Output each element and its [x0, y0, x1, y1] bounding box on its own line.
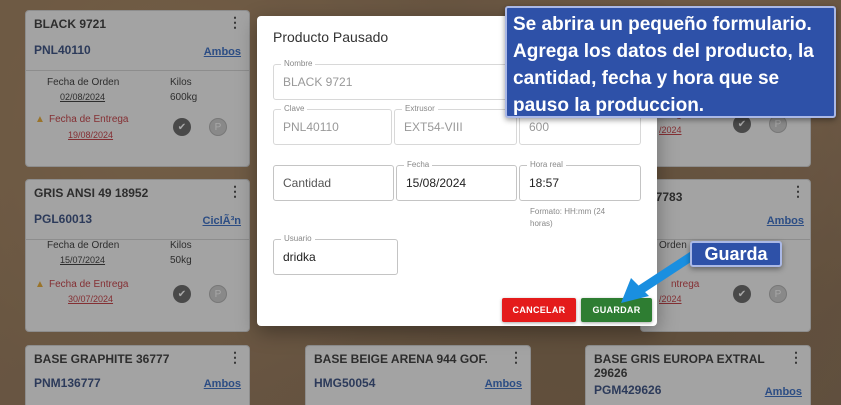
clave-field[interactable]: Clave PNL40110 — [273, 104, 392, 145]
hora-value: 18:57 — [529, 176, 560, 190]
usuario-input[interactable]: Usuario dridka — [273, 234, 398, 275]
hora-label: Hora real — [527, 160, 566, 170]
extrusor-field[interactable]: Extrusor EXT54-VIII — [394, 104, 517, 145]
cantidad-input[interactable]: Cantidad — [273, 165, 394, 201]
usuario-value: dridka — [283, 250, 316, 264]
usuario-label: Usuario — [281, 234, 315, 244]
nombre-value: BLACK 9721 — [283, 75, 353, 89]
fecha-value: 15/08/2024 — [406, 176, 467, 190]
cantidad-placeholder: Cantidad — [283, 176, 332, 190]
kilos-field-value: 600 — [529, 120, 550, 134]
extrusor-value: EXT54-VIII — [404, 120, 463, 134]
instruction-callout: Se abrira un pequeño formulario. Agrega … — [505, 6, 836, 118]
nombre-label: Nombre — [281, 59, 316, 69]
hora-input[interactable]: Hora real 18:57 — [519, 160, 641, 201]
fecha-input[interactable]: Fecha 15/08/2024 — [396, 160, 517, 201]
clave-label: Clave — [281, 104, 308, 114]
hora-helper-text: Formato: HH:mm (24 horas) — [530, 207, 606, 228]
dialog-title: Producto Pausado — [273, 29, 389, 45]
save-callout: Guarda — [690, 241, 782, 267]
clave-value: PNL40110 — [283, 120, 339, 134]
cancel-button[interactable]: CANCELAR — [502, 298, 576, 322]
fecha-label: Fecha — [404, 160, 433, 170]
extrusor-label: Extrusor — [402, 104, 438, 114]
